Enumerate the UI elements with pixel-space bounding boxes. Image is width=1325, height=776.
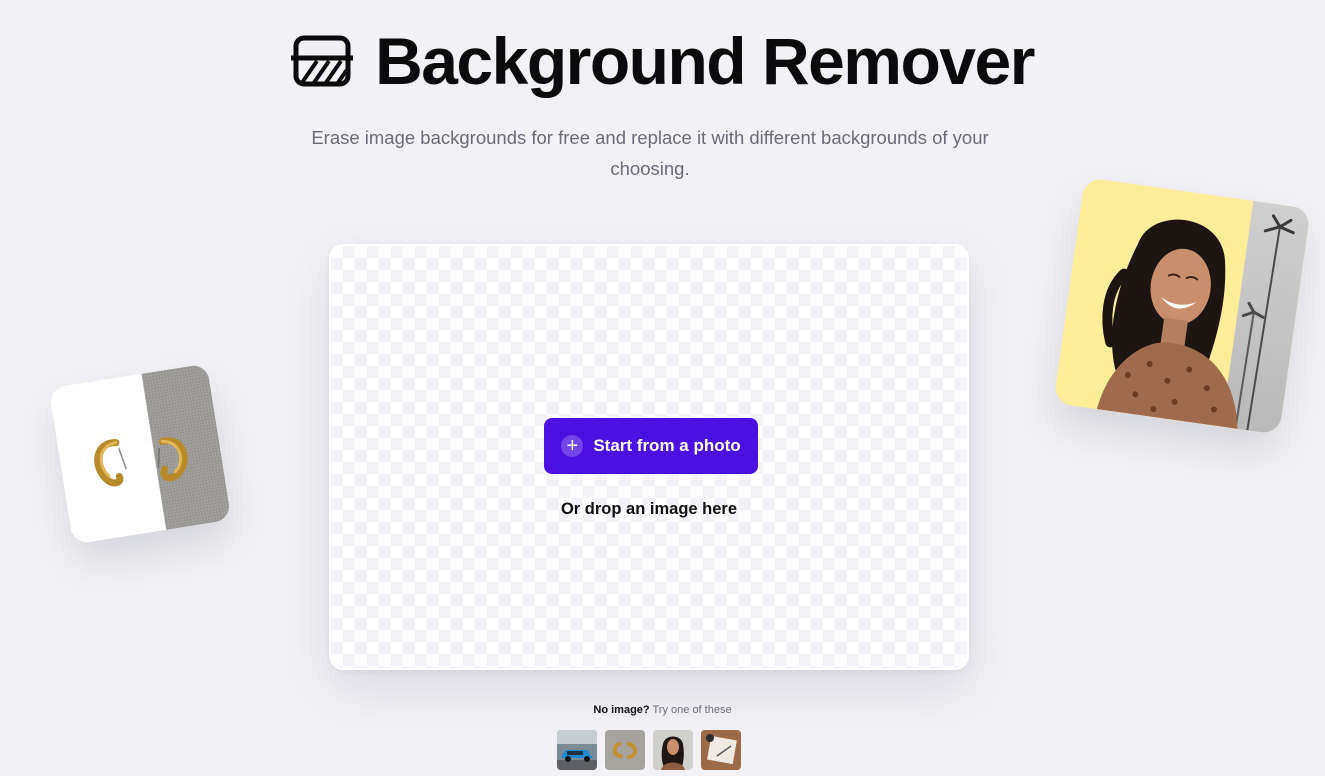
sample-woman[interactable] (653, 730, 693, 770)
background-remover-icon (291, 30, 354, 92)
plus-icon: + (561, 435, 584, 457)
title-text: Background Remover (375, 24, 1035, 98)
upload-dropzone[interactable]: + Start from a photo Or drop an image he… (329, 244, 969, 670)
sample-desk[interactable] (701, 730, 741, 770)
page-title: Background Remover (0, 28, 1325, 94)
page: Background Remover Erase image backgroun… (0, 0, 1325, 776)
decorative-woman-image (1053, 177, 1311, 435)
sample-car[interactable] (557, 730, 597, 770)
drop-image-text: Or drop an image here (560, 500, 738, 518)
samples-label-muted: Try one of these (652, 704, 732, 716)
samples-caption: No image? Try one of these (0, 704, 1325, 716)
sample-images (557, 730, 741, 770)
page-subtitle: Erase image backgrounds for free and rep… (311, 127, 989, 179)
sample-earrings[interactable] (605, 730, 645, 770)
start-button-label: Start from a photo (593, 436, 741, 455)
decorative-earrings-image (48, 363, 232, 545)
start-from-photo-button[interactable]: + Start from a photo (544, 418, 758, 474)
samples-label-strong: No image? (593, 704, 650, 716)
